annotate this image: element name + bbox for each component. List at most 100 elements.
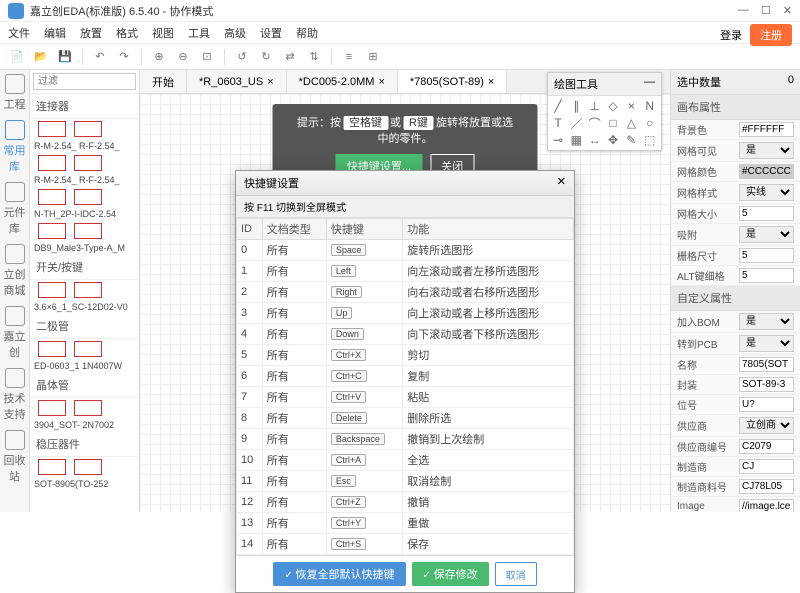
menu-item[interactable]: 格式 bbox=[116, 25, 138, 41]
tab-dc005[interactable]: *DC005-2.0MM× bbox=[287, 70, 398, 93]
sidebar-item-project[interactable]: 工程 bbox=[3, 74, 27, 112]
lib-component[interactable]: SOT-8905(TO-252 bbox=[30, 477, 139, 491]
menu-item[interactable]: 高级 bbox=[224, 25, 246, 41]
tool-net-icon[interactable]: ⊥ bbox=[587, 98, 603, 114]
shortcut-row[interactable]: 13所有Ctrl+Y重做 bbox=[237, 513, 574, 534]
property-input[interactable] bbox=[739, 248, 794, 263]
property-input[interactable] bbox=[739, 357, 794, 372]
tool-bus-icon[interactable]: ∥ bbox=[568, 98, 584, 114]
zoom-fit-icon[interactable]: ⊡ bbox=[198, 48, 216, 66]
panel-minimize-icon[interactable]: — bbox=[644, 76, 655, 88]
tool-circle-icon[interactable]: ○ bbox=[642, 115, 658, 131]
lib-component[interactable]: ED-0603_1 1N4007W bbox=[30, 359, 139, 373]
redo-icon[interactable]: ↷ bbox=[115, 48, 133, 66]
undo-icon[interactable]: ↶ bbox=[91, 48, 109, 66]
lib-component[interactable]: DB9_Male3-Type-A_M bbox=[30, 241, 139, 255]
shortcut-row[interactable]: 11所有Esc取消绘制 bbox=[237, 471, 574, 492]
shortcut-row[interactable]: 9所有Backspace撤销到上次绘制 bbox=[237, 429, 574, 450]
flip-v-icon[interactable]: ⇅ bbox=[305, 48, 323, 66]
save-icon[interactable]: 💾 bbox=[56, 48, 74, 66]
tool-drag-icon[interactable]: ✥ bbox=[605, 132, 621, 148]
property-input[interactable]: 是 bbox=[739, 226, 794, 243]
shortcut-row[interactable]: 4所有Down向下滚动或者下移所选图形 bbox=[237, 324, 574, 345]
shortcut-row[interactable]: 12所有Ctrl+Z撤销 bbox=[237, 492, 574, 513]
menu-item[interactable]: 放置 bbox=[80, 25, 102, 41]
property-input[interactable]: 立创商城 bbox=[739, 417, 794, 434]
lib-component[interactable]: 3904_SOT- 2N7002 bbox=[30, 418, 139, 432]
filter-input[interactable] bbox=[33, 73, 136, 90]
tab-start[interactable]: 开始 bbox=[140, 70, 187, 93]
rotate-left-icon[interactable]: ↺ bbox=[233, 48, 251, 66]
tool-arc-icon[interactable]: ⌒ bbox=[587, 115, 603, 131]
save-changes-button[interactable]: ✓ 保存修改 bbox=[412, 562, 489, 586]
property-input[interactable] bbox=[739, 397, 794, 412]
tool-netlabel-icon[interactable]: N bbox=[642, 98, 658, 114]
property-input[interactable] bbox=[739, 459, 794, 474]
property-input[interactable]: 是 bbox=[739, 335, 794, 352]
sidebar-item-lcshop[interactable]: 立创商城 bbox=[3, 244, 27, 298]
tool-line-icon[interactable]: ／ bbox=[568, 115, 584, 131]
menu-item[interactable]: 设置 bbox=[260, 25, 282, 41]
property-input[interactable] bbox=[739, 206, 794, 221]
menu-item[interactable]: 帮助 bbox=[296, 25, 318, 41]
flip-h-icon[interactable]: ⇄ bbox=[281, 48, 299, 66]
sidebar-item-support[interactable]: 技术支持 bbox=[3, 368, 27, 422]
tab-r0603[interactable]: *R_0603_US× bbox=[187, 70, 287, 93]
tool-wire-icon[interactable]: ╱ bbox=[550, 98, 566, 114]
new-icon[interactable]: 📄 bbox=[8, 48, 26, 66]
tool-text-icon[interactable]: T bbox=[550, 115, 566, 131]
sidebar-item-trash[interactable]: 回收站 bbox=[3, 430, 27, 484]
tool-poly-icon[interactable]: △ bbox=[623, 115, 639, 131]
cancel-button[interactable]: 取消 bbox=[495, 562, 537, 586]
restore-defaults-button[interactable]: ✓ 恢复全部默认快捷键 bbox=[273, 562, 405, 586]
sidebar-item-componentlib[interactable]: 元件库 bbox=[3, 182, 27, 236]
property-input[interactable] bbox=[739, 439, 794, 454]
tool-dimension-icon[interactable]: ↔ bbox=[587, 132, 603, 148]
menu-item[interactable]: 文件 bbox=[8, 25, 30, 41]
tool-pin-icon[interactable]: ⊸ bbox=[550, 132, 566, 148]
shortcut-row[interactable]: 7所有Ctrl+V粘贴 bbox=[237, 387, 574, 408]
tool-freehand-icon[interactable]: ✎ bbox=[623, 132, 639, 148]
shortcut-row[interactable]: 2所有Right向右滚动或者右移所选图形 bbox=[237, 282, 574, 303]
shortcut-row[interactable]: 1所有Left向左滚动或者左移所选图形 bbox=[237, 261, 574, 282]
close-icon[interactable]: ✕ bbox=[783, 4, 792, 17]
minimize-icon[interactable]: — bbox=[738, 4, 749, 17]
shortcut-row[interactable]: 8所有Delete删除所选 bbox=[237, 408, 574, 429]
tab-close-icon[interactable]: × bbox=[488, 76, 494, 88]
register-button[interactable]: 注册 bbox=[750, 24, 792, 46]
tool-select-icon[interactable]: ⬚ bbox=[642, 132, 658, 148]
zoom-in-icon[interactable]: ⊕ bbox=[150, 48, 168, 66]
grid-icon[interactable]: ⊞ bbox=[364, 48, 382, 66]
menu-item[interactable]: 视图 bbox=[152, 25, 174, 41]
property-input[interactable] bbox=[739, 268, 794, 283]
lib-component[interactable]: N-TH_2P-I-IDC-2.54 bbox=[30, 207, 139, 221]
maximize-icon[interactable]: ☐ bbox=[761, 4, 771, 17]
property-input[interactable]: 实线 bbox=[739, 184, 794, 201]
lib-component[interactable]: R-M-2.54_ R-F-2.54_ bbox=[30, 139, 139, 153]
property-input[interactable] bbox=[739, 499, 794, 512]
shortcut-row[interactable]: 0所有Space旋转所选图形 bbox=[237, 240, 574, 261]
menu-item[interactable]: 工具 bbox=[188, 25, 210, 41]
tool-port-icon[interactable]: ◇ bbox=[605, 98, 621, 114]
lib-component[interactable]: 3.6×6_1_SC-12D02-V0 bbox=[30, 300, 139, 314]
lib-component[interactable]: R-M-2.54_ R-F-2.54_ bbox=[30, 173, 139, 187]
shortcut-row[interactable]: 14所有Ctrl+S保存 bbox=[237, 534, 574, 555]
tool-noconnect-icon[interactable]: × bbox=[623, 98, 639, 114]
property-input[interactable] bbox=[739, 122, 794, 137]
tool-rect-icon[interactable]: □ bbox=[605, 115, 621, 131]
menu-item[interactable]: 编辑 bbox=[44, 25, 66, 41]
shortcut-row[interactable]: 10所有Ctrl+A全选 bbox=[237, 450, 574, 471]
property-input[interactable] bbox=[739, 479, 794, 494]
lib-group[interactable]: 晶体管 bbox=[30, 373, 139, 398]
shortcut-row[interactable]: 5所有Ctrl+X剪切 bbox=[237, 345, 574, 366]
sidebar-item-commonlib[interactable]: 常用库 bbox=[3, 120, 27, 174]
align-icon[interactable]: ≡ bbox=[340, 48, 358, 66]
lib-group[interactable]: 开关/按键 bbox=[30, 255, 139, 280]
property-input[interactable]: 是 bbox=[739, 142, 794, 159]
sidebar-item-jlc[interactable]: 嘉立创 bbox=[3, 306, 27, 360]
property-input[interactable] bbox=[739, 377, 794, 392]
shortcut-row[interactable]: 3所有Up向上滚动或者上移所选图形 bbox=[237, 303, 574, 324]
open-icon[interactable]: 📂 bbox=[32, 48, 50, 66]
dialog-close-icon[interactable]: ✕ bbox=[557, 175, 566, 191]
tab-7805[interactable]: *7805(SOT-89)× bbox=[398, 70, 507, 93]
